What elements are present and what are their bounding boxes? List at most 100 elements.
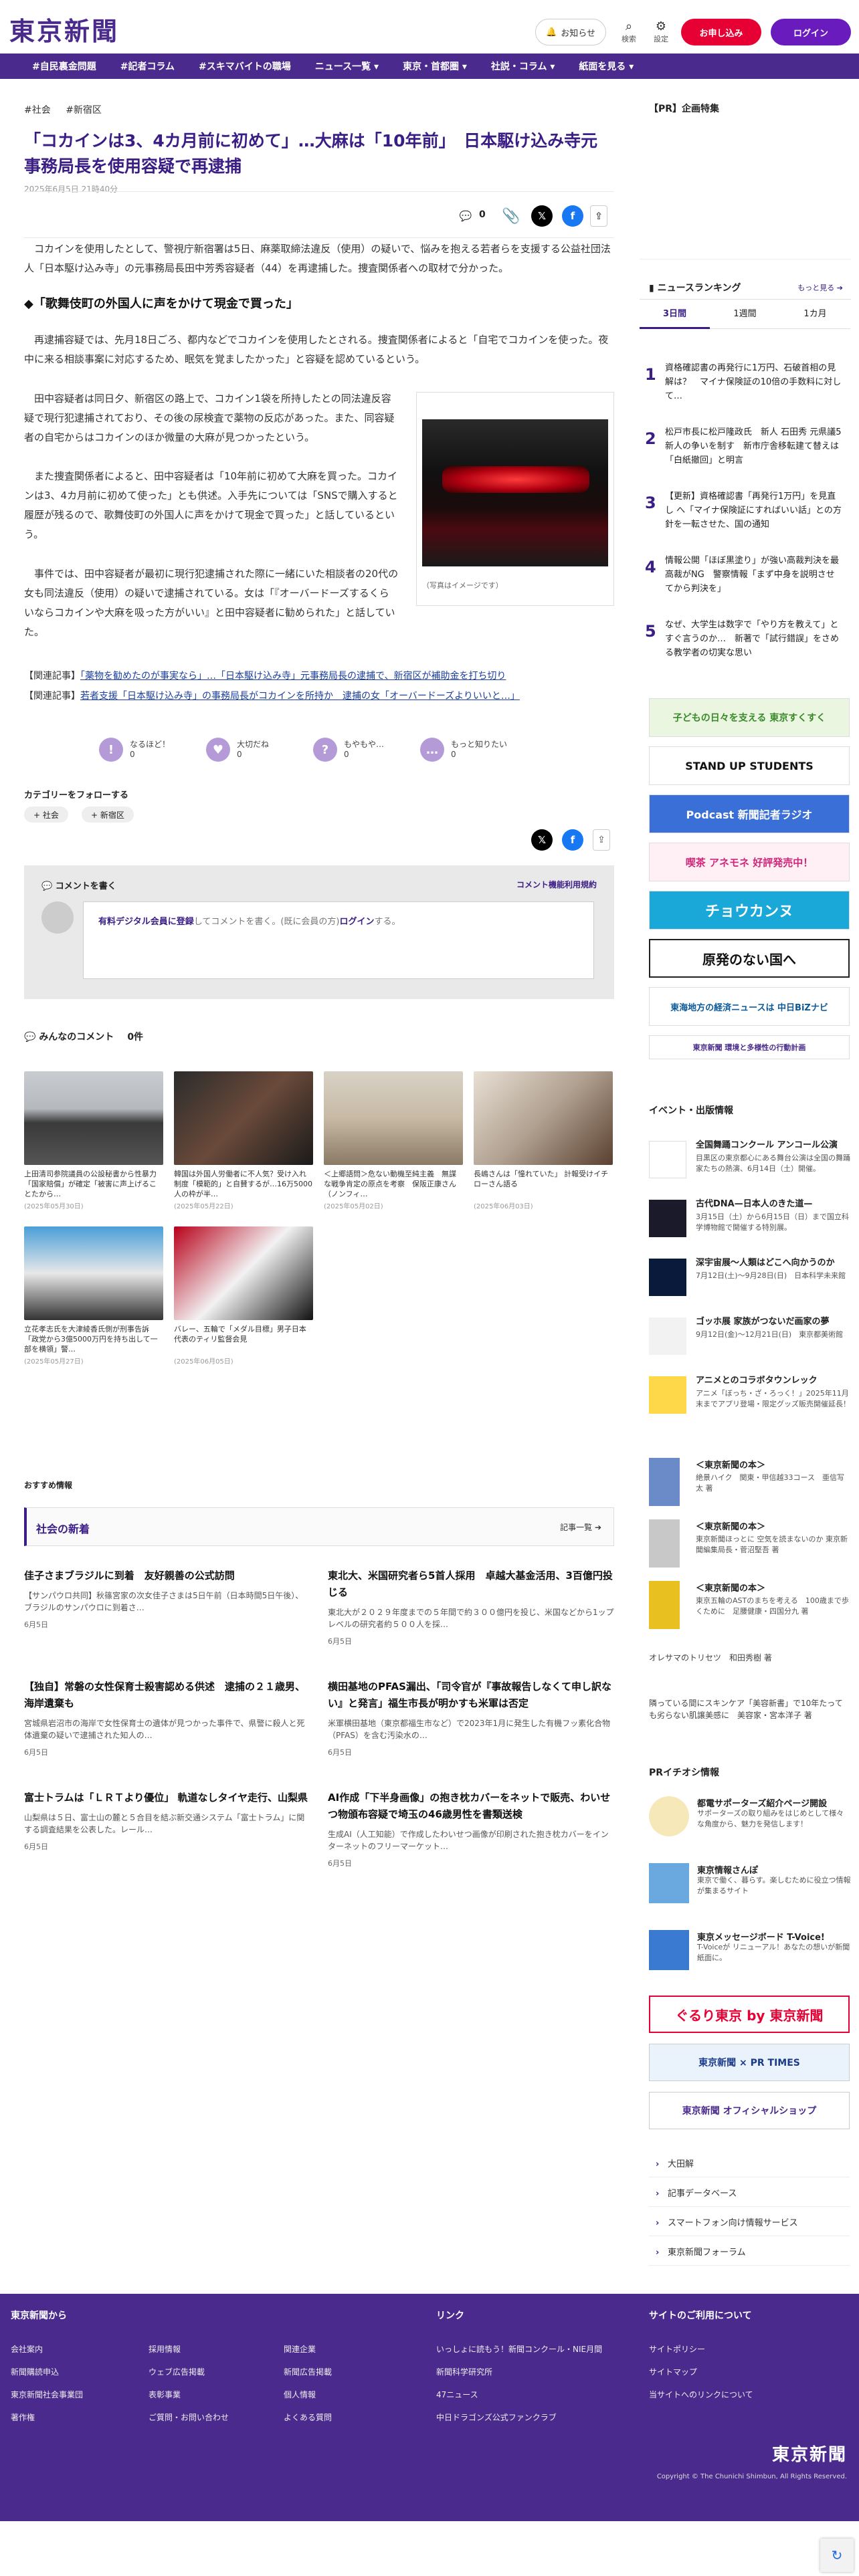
book-item[interactable]: ＜東京新聞の本＞ 東京五輪のASTのまちを考える 100歳まで歩くために 足腰健康…: [649, 1578, 850, 1640]
ranking-item[interactable]: 1 資格確認書の再発行に1万円、石破首相の見解は？ マイナ保険証の10倍の手数料に…: [640, 356, 851, 416]
news-item[interactable]: 富士トラムは「ＬＲＴより優位」 軌道なしタイヤ走行、山梨県 山梨県は５日、富士山の…: [24, 1790, 310, 1852]
site-logo[interactable]: 東京新聞: [9, 11, 119, 47]
banner-sukusuku[interactable]: 子どもの日々を支える 東京すくすく: [649, 698, 850, 737]
ranking-item[interactable]: 2 松戸市長に松戸隆政氏 新人 石田秀 元県議5新人の争いを制す 新市庁舎移転建て…: [640, 420, 851, 480]
share-icon[interactable]: ⇪: [593, 829, 610, 851]
book-link[interactable]: 隣っている間にスキンケア「美容新書」で10年たっても劣らない肌譲美感に 美容家・…: [649, 1697, 850, 1721]
book-item[interactable]: ＜東京新聞の本＞ 東京新聞ほっとに 空気を読まないのか 東京新聞編集局長・菅沼堅吾…: [649, 1517, 850, 1578]
footer-link[interactable]: サイトマップ: [649, 2366, 697, 2377]
facebook-share-icon[interactable]: f: [562, 205, 583, 227]
footer-link[interactable]: 関連企業: [284, 2343, 316, 2355]
book-link[interactable]: オレサマのトリセツ 和田秀樹 著: [649, 1652, 850, 1664]
related-thumb[interactable]: バレー、五輪で「メダル目標」男子日本代表のティリ監督会見 (2025年06月05日…: [174, 1226, 313, 1366]
footer-link[interactable]: よくある質問: [284, 2411, 332, 2423]
event-item[interactable]: アニメとのコラボタウンレック アニメ「ぼっち・ざ・ろっく！」2025年11月末まで…: [649, 1374, 850, 1431]
footer-link[interactable]: 新聞購読申込: [11, 2366, 59, 2377]
footer-link[interactable]: 著作権: [11, 2411, 35, 2423]
event-item[interactable]: 深宇宙展〜人類はどこへ向かうのか 7月12日(土)〜9月28日(日) 日本科学未来…: [649, 1256, 850, 1313]
footer-link[interactable]: いっしょに読もう！新聞コンクール・NIE月間: [436, 2343, 602, 2355]
banner-anemone[interactable]: 喫茶 アネモネ 好評発売中！: [649, 843, 850, 881]
event-item[interactable]: 全国舞踊コンクール アンコール公演 目黒区の東京都心にある舞台公演は全国の舞踊家た…: [649, 1138, 850, 1196]
facebook-share-icon[interactable]: f: [562, 829, 583, 851]
clip-icon[interactable]: 📎: [500, 205, 522, 227]
footer-link[interactable]: 当サイトへのリンクについて: [649, 2389, 753, 2400]
search-button[interactable]: ⌕ 検索: [617, 20, 641, 44]
related-thumb[interactable]: 長嶋さんは「憧れていた」 計報受けイチローさん語る (2025年06月03日): [474, 1071, 613, 1210]
banner-podcast[interactable]: Podcast 新聞記者ラジオ: [649, 794, 850, 833]
news-item[interactable]: 東北大、米国研究者ら5首人採用 卓越大基金活用、3百億円投じる 東北大が２０２９年…: [328, 1568, 614, 1646]
footer-link[interactable]: 採用情報: [149, 2343, 181, 2355]
nav-item[interactable]: 東京・首都圏 ▾: [403, 60, 467, 73]
footer-link[interactable]: 47ニュース: [436, 2389, 478, 2400]
banner-no-nuclear[interactable]: 原発のない国へ: [649, 939, 850, 978]
ranking-item[interactable]: 3 【更新】資格確認書「再発行1万円」を見直し へ「マイナ保険証にすればいい話」と…: [640, 484, 851, 544]
banner-gururi-tokyo[interactable]: ぐるり東京 by 東京新聞: [649, 1996, 850, 2033]
tab-1week[interactable]: 1週間: [710, 300, 780, 329]
tag-link[interactable]: #新宿区: [66, 105, 102, 116]
related-thumb[interactable]: ＜上郷語問＞危ない動機至純主義 無謀な戦争肯定の原点を考察 保阪正康さん（ノンフ…: [324, 1071, 463, 1210]
settings-button[interactable]: ⚙ 設定: [649, 20, 673, 44]
tag-link[interactable]: #社会: [24, 105, 51, 116]
follow-chip[interactable]: + 社会: [24, 807, 68, 823]
banner-chunichi-biz[interactable]: 東海地方の経済ニュースは 中日BiZナビ: [649, 987, 850, 1026]
footer-link[interactable]: 会社案内: [11, 2343, 43, 2355]
news-item[interactable]: 【独自】常磐の女性保育士殺害認める供述 逮捕の２１歳男、海岸遺棄も 宮城県岩沼市の…: [24, 1679, 310, 1757]
register-link[interactable]: 有料デジタル会員に登録: [98, 917, 194, 927]
pr-item[interactable]: 都電サポーターズ紹介ページ開設 サポーターズの取り組みをはじめとして様々な角度から…: [649, 1796, 850, 1850]
pr-item[interactable]: 東京情報さんぽ 東京で働く、暮らす。楽しむために役立つ情報が集まるサイト: [649, 1863, 851, 1917]
footer-link[interactable]: 東京新聞社会事業団: [11, 2389, 83, 2400]
pr-item[interactable]: 東京メッセージボード T-Voice! T-Voiceが リニューアル！あなたの想…: [649, 1930, 850, 1983]
banner-chokanu[interactable]: チョウカンヌ: [649, 891, 850, 930]
related-thumb[interactable]: 上田清司参院議員の公設秘書から性暴力「国家賠償」が確定「被害に声上げることたから…: [24, 1071, 163, 1210]
related-thumb[interactable]: 韓国は外国人労働者に不人気？受け入れ制度「模範的」と自賛するが…16万5000人…: [174, 1071, 313, 1210]
footer-link[interactable]: ウェブ広告掲載: [149, 2366, 205, 2377]
footer-link[interactable]: 個人情報: [284, 2389, 316, 2400]
tab-1month[interactable]: 1カ月: [780, 300, 850, 329]
comment-rules-link[interactable]: コメント機能利用規約: [516, 879, 597, 890]
reaction-button[interactable]: ! なるほど！ 0: [99, 733, 206, 766]
menu-link[interactable]: 東京新聞フォーラム: [649, 2240, 850, 2266]
menu-link[interactable]: 大田解: [649, 2152, 850, 2177]
banner-diversity[interactable]: 東京新聞 環境と多様性の行動計画: [649, 1035, 850, 1059]
related-link[interactable]: 若者支援「日本駆け込み寺」の事務局長がコカインを所持か 逮捕の女「オーバードーズ…: [80, 691, 520, 702]
news-item[interactable]: 横田基地のPFAS漏出、「司令官が『事故報告しなくて申し訳ない』と発言」福生市長…: [328, 1679, 614, 1757]
nav-item[interactable]: #自民裏金問題: [32, 60, 96, 73]
nav-item[interactable]: #記者コラム: [120, 60, 175, 73]
tab-3days[interactable]: 3日間: [640, 300, 710, 329]
event-item[interactable]: ゴッホ展 家族がつないだ画家の夢 9月12日(金)〜12月21日(日) 東京都美術…: [649, 1315, 850, 1372]
login-link[interactable]: ログイン: [340, 917, 375, 927]
more-articles-link[interactable]: 記事一覧 ➔: [560, 1521, 601, 1533]
related-link[interactable]: 「薬物を勧めたのが事実なら」…「日本駆け込み寺」元事務局長の逮捕で、新宿区が補助…: [80, 671, 506, 681]
nav-item[interactable]: 社説・コラム ▾: [491, 60, 555, 73]
reaction-button[interactable]: ♥ 大切だね 0: [206, 733, 313, 766]
menu-link[interactable]: スマートフォン向け情報サービス: [649, 2211, 850, 2236]
banner-official-shop[interactable]: 東京新聞 オフィシャルショップ: [649, 2092, 850, 2129]
ranking-more-link[interactable]: もっと見る ➔: [797, 282, 843, 293]
reaction-button[interactable]: ? もやもや… 0: [313, 733, 420, 766]
footer-link[interactable]: 表彰事業: [149, 2389, 181, 2400]
ranking-item[interactable]: 4 情報公開「ほぼ黒塗り」が強い高裁判決を最高裁がNG 警察情報「まず中身を説明さ…: [640, 548, 851, 609]
related-thumb[interactable]: 立花孝志氏を大津綾香氏側が刑事告訴「政党から3億5000万円を持ち出して一部を横…: [24, 1226, 163, 1366]
footer-link[interactable]: 新聞広告掲載: [284, 2366, 332, 2377]
banner-stand-up-students[interactable]: STAND UP STUDENTS: [649, 746, 850, 785]
subscribe-button[interactable]: お申し込み: [681, 19, 761, 45]
reaction-button[interactable]: … もっと知りたい 0: [420, 733, 527, 766]
ranking-item[interactable]: 5 なぜ、大学生は数字で「やり方を教えて」とすぐ言うのか… 新著で「試行錯誤」をさ…: [640, 613, 851, 673]
recaptcha-icon[interactable]: ↻: [820, 2539, 854, 2572]
footer-link[interactable]: ご質問・お問い合わせ: [149, 2411, 229, 2423]
news-item[interactable]: 佳子さまブラジルに到着 友好親善の公式訪問 【サンパウロ共同】秋篠宮家の次女佳子さ…: [24, 1568, 310, 1630]
comment-icon[interactable]: 💬: [455, 205, 476, 227]
x-share-icon[interactable]: 𝕏: [531, 829, 553, 851]
book-item[interactable]: ＜東京新聞の本＞ 絶景ハイク 関東・甲信越33コース 亜信写太 著: [649, 1455, 850, 1517]
follow-chip[interactable]: + 新宿区: [82, 807, 134, 823]
x-share-icon[interactable]: 𝕏: [531, 205, 553, 227]
nav-item[interactable]: ニュース一覧 ▾: [315, 60, 379, 73]
comment-input[interactable]: 有料デジタル会員に登録してコメントを書く。(既に会員の方)ログインする。: [83, 901, 594, 979]
footer-link[interactable]: サイトポリシー: [649, 2343, 705, 2355]
event-item[interactable]: 古代DNA—日本人のきた道— 3月15日（土）から6月15日（日）まで国立科学博物…: [649, 1197, 850, 1255]
notification-button[interactable]: 🔔 お知らせ: [535, 19, 606, 45]
nav-item[interactable]: #スキマバイトの職場: [199, 60, 291, 73]
footer-link[interactable]: 中日ドラゴンズ公式ファンクラブ: [436, 2411, 557, 2423]
nav-item[interactable]: 紙面を見る ▾: [579, 60, 634, 73]
login-button[interactable]: ログイン: [771, 19, 851, 45]
